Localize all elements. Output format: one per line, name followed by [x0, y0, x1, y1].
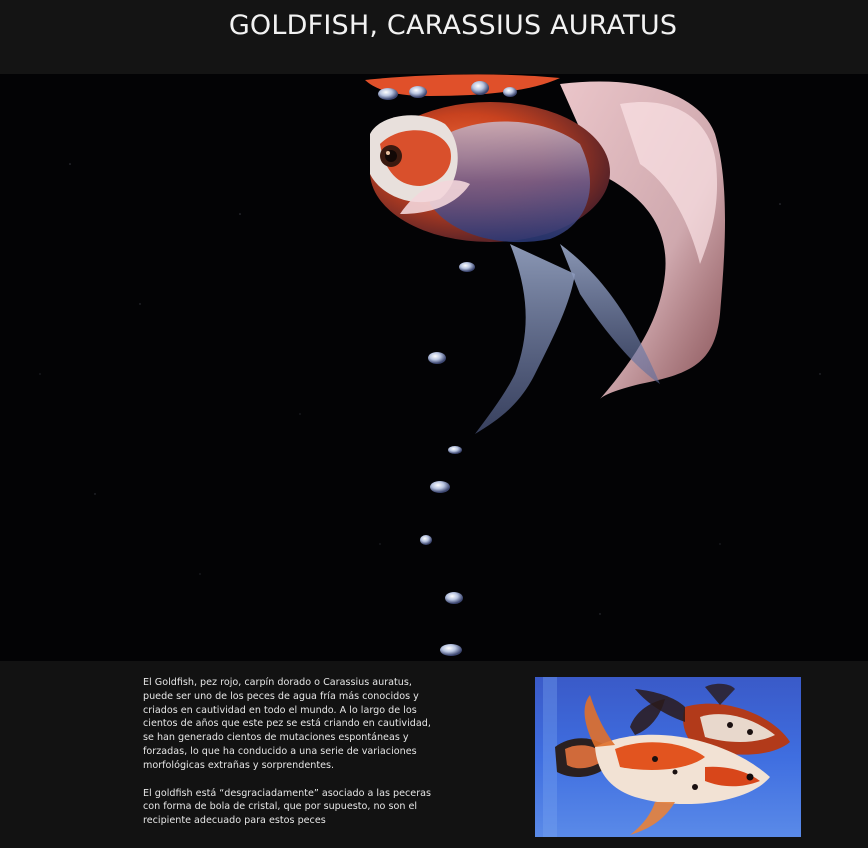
page-title: GOLDFISH, CARASSIUS AURATUS	[228, 10, 678, 41]
article-paragraph: El goldfish está “desgraciadamente” asoc…	[143, 787, 432, 827]
site-header: GOLDFISH, CARASSIUS AURATUS	[0, 0, 868, 74]
side-image	[535, 677, 801, 837]
article-paragraph: El Goldfish, pez rojo, carpín dorado o C…	[143, 677, 431, 771]
koi-fish-photo-icon	[535, 677, 801, 837]
goldfish-photo-icon	[0, 74, 868, 661]
article-text: El Goldfish, pez rojo, carpín dorado o C…	[143, 676, 433, 842]
hero-image	[0, 74, 868, 661]
content-section: El Goldfish, pez rojo, carpín dorado o C…	[0, 661, 868, 848]
